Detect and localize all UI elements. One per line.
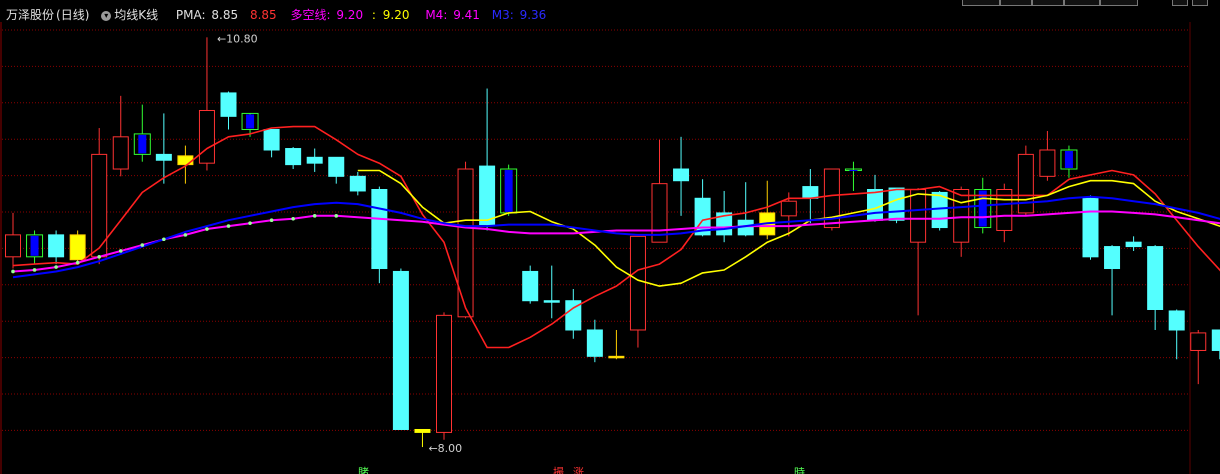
candle-body [138, 134, 147, 154]
dot-marker [11, 269, 15, 274]
candle-body [629, 235, 646, 331]
candle-body [414, 428, 431, 433]
candle-body [586, 329, 603, 357]
indicator-line-m4 [12, 210, 1220, 273]
candle-body [155, 153, 172, 161]
candle-body [48, 234, 65, 258]
candle-body [608, 355, 625, 359]
m3-label: M3: [491, 8, 514, 22]
dot-marker [312, 214, 317, 218]
candle-body [522, 270, 539, 302]
bottom-mark: 撮 [553, 465, 564, 474]
candle-body [436, 314, 452, 433]
indicator-line-m3 [12, 195, 1220, 279]
dkx-value-1: 9.20 [336, 8, 364, 22]
candle-body [1104, 246, 1121, 270]
candle-body [1147, 246, 1164, 310]
candle-body [780, 200, 797, 217]
candle-body [392, 270, 409, 430]
dot-marker [54, 265, 58, 269]
dot-marker [97, 255, 101, 259]
dot-marker [269, 218, 274, 223]
dot-marker [118, 249, 123, 253]
candle-body [285, 148, 302, 166]
candle-body [1017, 153, 1034, 214]
candle-body [1211, 329, 1220, 351]
dot-marker [75, 260, 80, 265]
candle-body [177, 155, 194, 166]
candle-body [888, 187, 905, 221]
dot-marker [205, 227, 209, 231]
candle-body [867, 189, 883, 221]
candle-body [479, 165, 496, 226]
dot-marker [291, 216, 295, 221]
dot-marker [162, 237, 166, 242]
candle-body [1039, 149, 1056, 177]
candle-body [30, 235, 39, 256]
candle-body [220, 92, 237, 117]
dot-marker [226, 224, 231, 228]
stock-name: 万泽股份 [6, 8, 55, 22]
candle-body [306, 156, 323, 164]
high-price-label: ←10.80 [217, 32, 258, 45]
candle-body [651, 183, 668, 243]
candle-body [543, 300, 560, 303]
candle-body [673, 168, 690, 182]
candle-body [349, 175, 366, 192]
candle-body [1064, 150, 1073, 169]
candle-body [1168, 310, 1185, 331]
dkx-value-2: 9.20 [382, 8, 410, 22]
dot-marker [248, 221, 252, 225]
indicator-name: 均线K线 [114, 8, 159, 22]
indicator-dropdown[interactable]: ▾ 均线K线 [101, 8, 160, 22]
candle-body [263, 129, 280, 151]
candle-body [1125, 241, 1142, 248]
candle-body [246, 114, 255, 129]
dot-marker [334, 214, 339, 218]
indicator-line-pma [12, 125, 1220, 349]
bottom-mark: 涨 [573, 466, 584, 474]
candle-body [504, 170, 513, 212]
candle-body [69, 234, 86, 261]
candle-body [953, 189, 970, 243]
dot-marker [183, 233, 188, 237]
chart-header: 万泽股份 (日线) ▾ 均线K线 PMA: 8.85 8.85 多空线: 9.20 … [6, 7, 548, 23]
pma-label: PMA: [175, 8, 206, 22]
candle-body [328, 156, 345, 177]
chevron-down-icon[interactable]: ▾ [101, 10, 112, 21]
candle-body [5, 234, 21, 258]
bottom-mark: 時 [794, 466, 805, 474]
low-price-label: ←8.00 [428, 442, 462, 455]
m4-label: M4: [425, 8, 448, 22]
pma-value-2: 8.85 [249, 8, 277, 22]
candle-body [371, 189, 388, 270]
dkx-label: 多空线: [290, 8, 331, 22]
candle-body [849, 170, 858, 172]
m4-value: 9.41 [453, 8, 480, 22]
m3-value: 9.36 [519, 8, 547, 22]
kline-chart[interactable]: ←10.80 ←8.00 賭 撮 涨 時 [0, 0, 1220, 474]
dot-marker [140, 243, 145, 247]
candle-body [112, 136, 129, 170]
candle-body [910, 189, 927, 243]
candle-body [1190, 332, 1207, 351]
candle-body [1082, 197, 1099, 258]
candle-body [802, 186, 819, 199]
pma-value-1: 8.85 [211, 8, 239, 22]
candle-body [198, 109, 215, 164]
separator: : [371, 8, 376, 22]
dot-marker [32, 268, 37, 272]
period-label: (日线) [56, 8, 90, 22]
bottom-mark: 賭 [358, 465, 369, 474]
candle-body [457, 168, 474, 318]
